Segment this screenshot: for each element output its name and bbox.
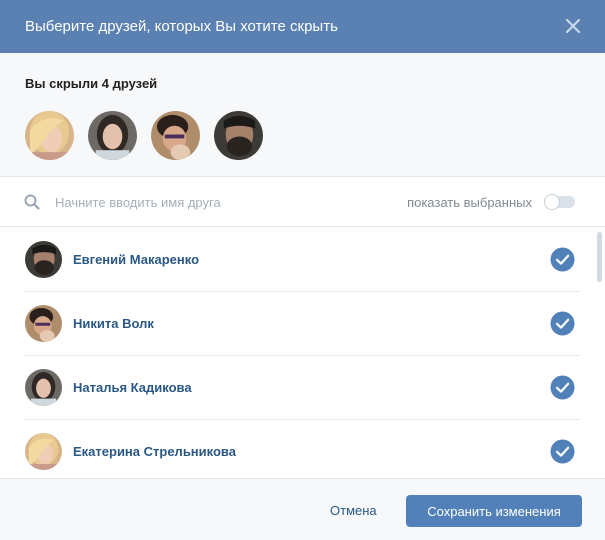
hidden-friends-section: Вы скрыли 4 друзей [0,53,605,177]
friend-name[interactable]: Никита Волк [73,316,154,331]
dialog-footer: Отмена Сохранить изменения [0,478,605,540]
friend-row[interactable]: Евгений Макаренко [25,228,580,292]
friend-avatar [25,305,62,342]
search-row: показать выбранных [0,177,605,227]
hidden-avatars-row [25,111,263,160]
friend-row[interactable]: Наталья Кадикова [25,356,580,420]
hidden-avatar[interactable] [88,111,137,160]
close-icon [566,19,580,33]
cancel-button[interactable]: Отмена [316,495,391,525]
hidden-avatar[interactable] [25,111,74,160]
checkmark-icon[interactable] [550,375,575,400]
friend-avatar [25,433,62,470]
save-button[interactable]: Сохранить изменения [406,495,582,527]
checkmark-icon[interactable] [550,247,575,272]
search-icon [24,194,40,210]
friend-avatar [25,369,62,406]
toggle-knob [544,194,560,210]
friend-row[interactable]: Екатерина Стрельникова [25,420,580,477]
dialog-title: Выберите друзей, которых Вы хотите скрыт… [25,18,338,35]
close-button[interactable] [561,14,585,38]
friend-search-input[interactable] [48,190,348,214]
hidden-friends-title: Вы скрыли 4 друзей [25,76,158,91]
friend-name[interactable]: Екатерина Стрельникова [73,444,236,459]
friend-name[interactable]: Наталья Кадикова [73,380,192,395]
friend-name[interactable]: Евгений Макаренко [73,252,199,267]
scrollbar[interactable] [597,232,602,282]
friend-row[interactable]: Никита Волк [25,292,580,356]
checkmark-icon[interactable] [550,439,575,464]
show-selected-label: показать выбранных [407,195,532,210]
friends-list: Евгений Макаренко Никита Волк Наталья Ка… [0,228,605,477]
show-selected-toggle[interactable] [544,194,575,210]
friend-avatar [25,241,62,278]
checkmark-icon[interactable] [550,311,575,336]
hidden-avatar[interactable] [151,111,200,160]
hidden-avatar[interactable] [214,111,263,160]
dialog-header: Выберите друзей, которых Вы хотите скрыт… [0,0,605,53]
